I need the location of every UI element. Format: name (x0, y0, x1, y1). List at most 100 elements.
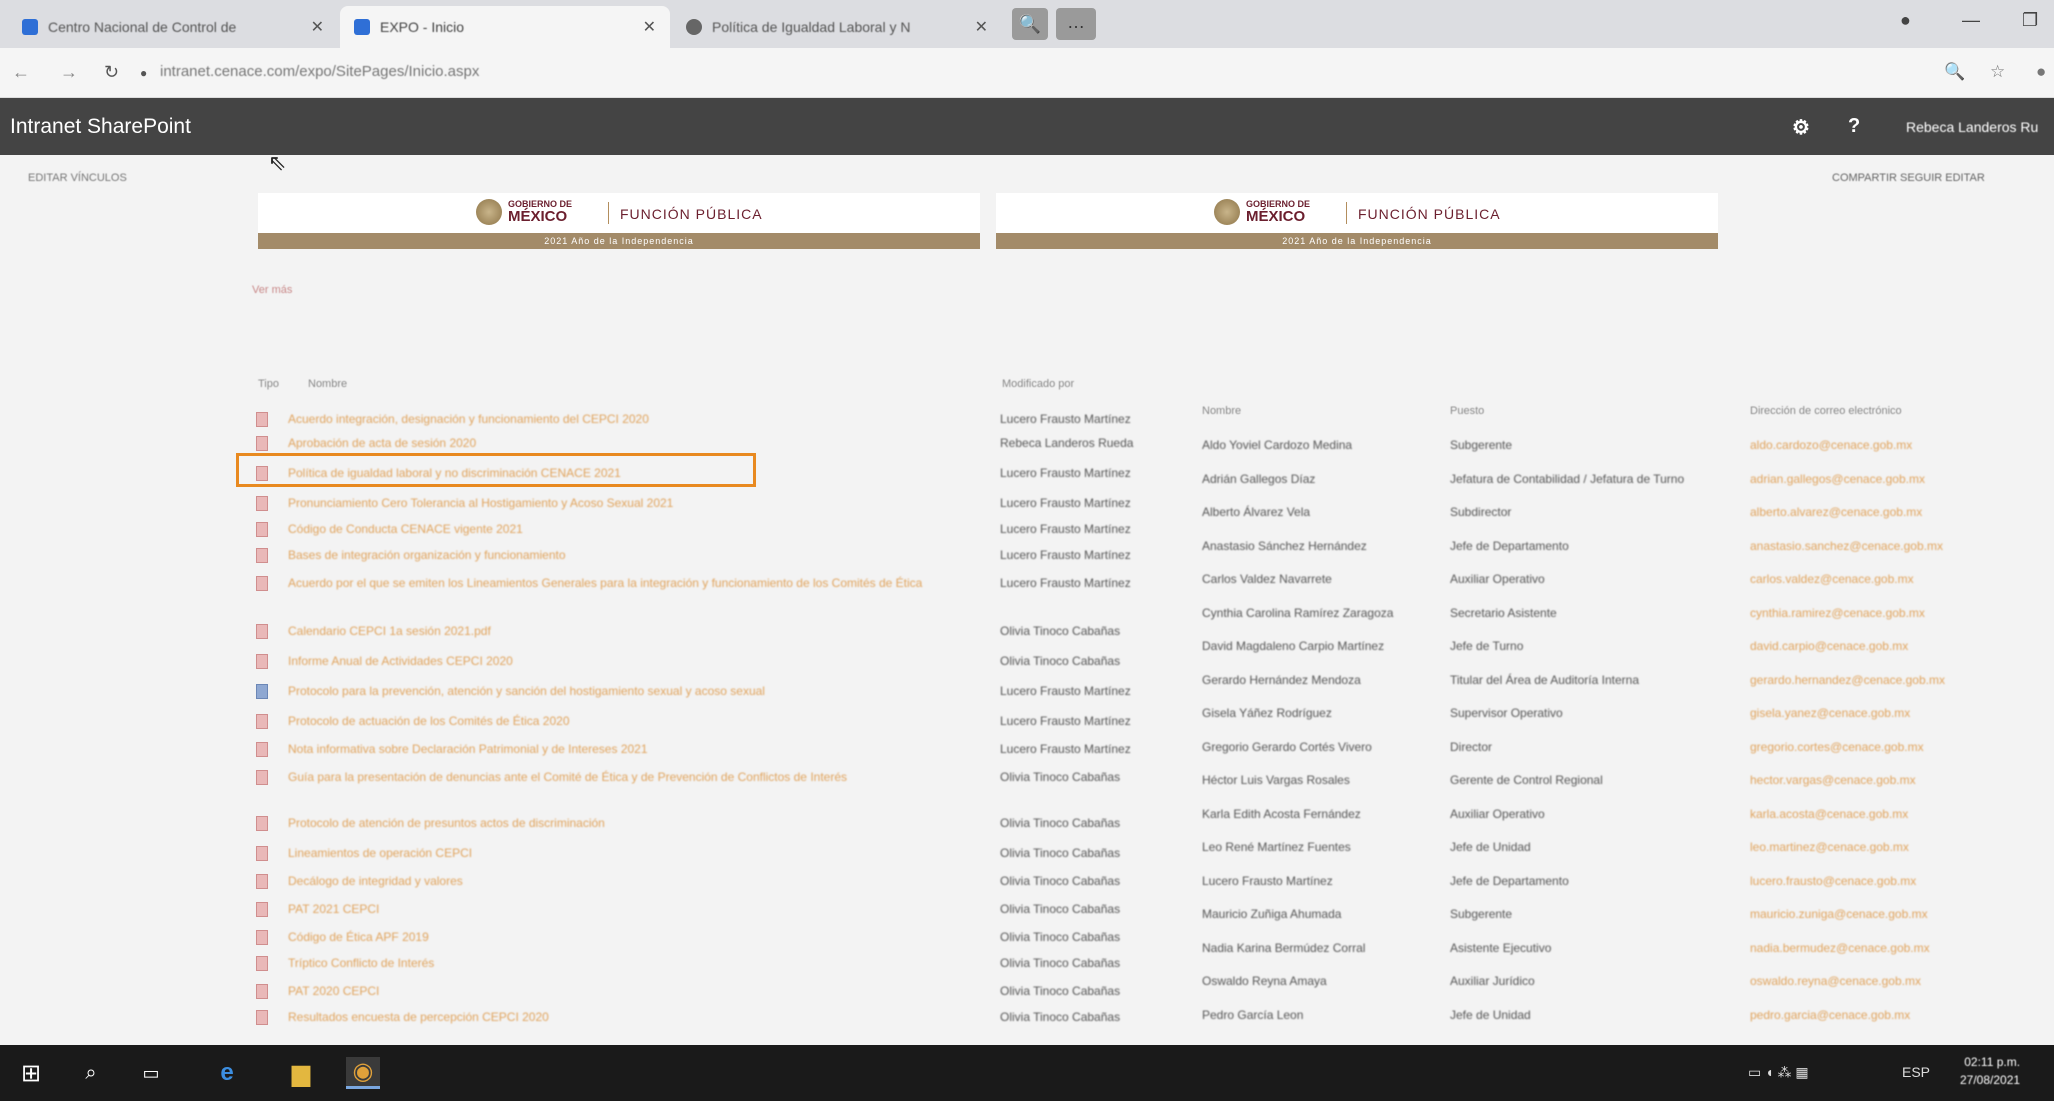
document-link[interactable]: Protocolo de atención de presuntos actos… (288, 816, 968, 831)
document-modified-by[interactable]: Lucero Frausto Martínez (1000, 522, 1131, 536)
bookmark-star-icon[interactable]: ☆ (1990, 62, 2005, 82)
settings-gear-icon[interactable]: ⚙ (1792, 115, 1810, 140)
forward-icon[interactable]: → (60, 62, 78, 83)
close-tab-icon[interactable]: ✕ (975, 17, 988, 37)
directory-email[interactable]: anastasio.sanchez@cenace.gob.mx (1750, 539, 1943, 553)
document-modified-by[interactable]: Olivia Tinoco Cabañas (1000, 654, 1120, 668)
browser-tab-1[interactable]: Centro Nacional de Control de ✕ (8, 6, 338, 48)
browser-tab-2[interactable]: EXPO - Inicio ✕ (340, 6, 670, 48)
page-command-links[interactable]: EDITAR VÍNCULOS (28, 172, 127, 184)
document-link[interactable]: PAT 2020 CEPCI (288, 984, 968, 999)
directory-email[interactable]: mauricio.zuniga@cenace.gob.mx (1750, 907, 1928, 921)
document-link[interactable]: Guía para la presentación de denuncias a… (288, 770, 968, 785)
restore-icon[interactable]: ❐ (2022, 10, 2038, 31)
directory-email[interactable]: cynthia.ramirez@cenace.gob.mx (1750, 606, 1925, 620)
user-name[interactable]: Rebeca Landeros Ru (1906, 119, 2038, 135)
directory-col-position[interactable]: Puesto (1450, 405, 1484, 417)
windows-start-icon[interactable]: ⊞ (14, 1057, 48, 1089)
documents-col-name[interactable]: Nombre (308, 378, 347, 390)
document-link[interactable]: Informe Anual de Actividades CEPCI 2020 (288, 654, 968, 669)
directory-email[interactable]: nadia.bermudez@cenace.gob.mx (1750, 941, 1930, 955)
document-modified-by[interactable]: Olivia Tinoco Cabañas (1000, 930, 1120, 944)
internet-explorer-icon[interactable]: e (210, 1057, 244, 1089)
page-actions[interactable]: COMPARTIR SEGUIR EDITAR (1832, 172, 1985, 184)
directory-email[interactable]: gisela.yanez@cenace.gob.mx (1750, 706, 1910, 720)
document-link[interactable]: PAT 2021 CEPCI (288, 902, 968, 917)
document-modified-by[interactable]: Lucero Frausto Martínez (1000, 412, 1131, 426)
document-link[interactable]: Bases de integración organización y func… (288, 548, 968, 563)
file-explorer-icon[interactable]: ▆ (284, 1057, 318, 1089)
directory-email[interactable]: adrian.gallegos@cenace.gob.mx (1750, 472, 1925, 486)
minimize-icon[interactable]: — (1962, 10, 1980, 31)
document-link[interactable]: Protocolo de actuación de los Comités de… (288, 714, 968, 729)
document-link[interactable]: Decálogo de integridad y valores (288, 874, 968, 889)
close-tab-icon[interactable]: ✕ (643, 17, 656, 37)
document-link[interactable]: Lineamientos de operación CEPCI (288, 846, 968, 861)
document-modified-by[interactable]: Olivia Tinoco Cabañas (1000, 956, 1120, 970)
documents-col-type[interactable]: Tipo (258, 378, 279, 390)
document-link[interactable]: Pronunciamiento Cero Tolerancia al Hosti… (288, 496, 968, 511)
document-modified-by[interactable]: Lucero Frausto Martínez (1000, 684, 1131, 698)
search-icon[interactable]: ⌕ (74, 1057, 108, 1089)
directory-email[interactable]: david.carpio@cenace.gob.mx (1750, 639, 1908, 653)
document-modified-by[interactable]: Lucero Frausto Martínez (1000, 742, 1131, 756)
directory-email[interactable]: leo.martinez@cenace.gob.mx (1750, 840, 1909, 854)
document-link[interactable]: Código de Conducta CENACE vigente 2021 (288, 522, 968, 537)
directory-email[interactable]: alberto.alvarez@cenace.gob.mx (1750, 505, 1922, 519)
more-tabs-icon[interactable]: … (1056, 8, 1096, 40)
directory-email[interactable]: karla.acosta@cenace.gob.mx (1750, 807, 1908, 821)
search-tabs-icon[interactable]: 🔍 (1012, 8, 1048, 40)
document-modified-by[interactable]: Olivia Tinoco Cabañas (1000, 984, 1120, 998)
document-modified-by[interactable]: Olivia Tinoco Cabañas (1000, 624, 1120, 638)
document-modified-by[interactable]: Lucero Frausto Martínez (1000, 714, 1131, 728)
directory-email[interactable]: aldo.cardozo@cenace.gob.mx (1750, 438, 1912, 452)
document-modified-by[interactable]: Olivia Tinoco Cabañas (1000, 846, 1120, 860)
document-link[interactable]: Código de Ética APF 2019 (288, 930, 968, 945)
clock[interactable]: 02:11 p.m. 27/08/2021 (1960, 1053, 2020, 1089)
language-indicator[interactable]: ESP (1902, 1064, 1930, 1080)
directory-email[interactable]: lucero.frausto@cenace.gob.mx (1750, 874, 1916, 888)
document-modified-by[interactable]: Olivia Tinoco Cabañas (1000, 816, 1120, 830)
directory-email[interactable]: carlos.valdez@cenace.gob.mx (1750, 572, 1914, 586)
document-link[interactable]: Protocolo para la prevención, atención y… (288, 684, 968, 699)
directory-email[interactable]: pedro.garcia@cenace.gob.mx (1750, 1008, 1910, 1022)
browser-tab-3[interactable]: Política de Igualdad Laboral y N ✕ (672, 6, 1002, 48)
document-modified-by[interactable]: Olivia Tinoco Cabañas (1000, 874, 1120, 888)
document-modified-by[interactable]: Lucero Frausto Martínez (1000, 466, 1131, 480)
close-tab-icon[interactable]: ✕ (311, 17, 324, 37)
directory-email[interactable]: oswaldo.reyna@cenace.gob.mx (1750, 974, 1921, 988)
profile-icon[interactable]: ● (1900, 10, 1911, 31)
document-modified-by[interactable]: Rebeca Landeros Rueda (1000, 436, 1133, 450)
directory-email[interactable]: gregorio.cortes@cenace.gob.mx (1750, 740, 1924, 754)
document-modified-by[interactable]: Lucero Frausto Martínez (1000, 576, 1131, 590)
directory-col-name[interactable]: Nombre (1202, 405, 1241, 417)
document-modified-by[interactable]: Olivia Tinoco Cabañas (1000, 1010, 1120, 1024)
system-tray-icons[interactable]: ▭ ◖ ⁂ ▦ (1748, 1064, 1809, 1081)
profile-avatar-icon[interactable]: ● (2036, 62, 2046, 82)
document-link[interactable]: Nota informativa sobre Declaración Patri… (288, 742, 968, 757)
chrome-icon[interactable]: ◉ (346, 1057, 380, 1089)
document-link[interactable]: Acuerdo por el que se emiten los Lineami… (288, 576, 968, 591)
directory-email[interactable]: hector.vargas@cenace.gob.mx (1750, 773, 1916, 787)
document-modified-by[interactable]: Olivia Tinoco Cabañas (1000, 770, 1120, 784)
url-field[interactable]: intranet.cenace.com/expo/SitePages/Inici… (160, 63, 479, 80)
zoom-icon[interactable]: 🔍 (1944, 62, 1965, 82)
document-link[interactable]: Calendario CEPCI 1a sesión 2021.pdf (288, 624, 968, 639)
document-modified-by[interactable]: Olivia Tinoco Cabañas (1000, 902, 1120, 916)
back-icon[interactable]: ← (12, 62, 30, 83)
directory-col-email[interactable]: Dirección de correo electrónico (1750, 405, 1902, 417)
document-link[interactable]: Resultados encuesta de percepción CEPCI … (288, 1010, 968, 1025)
document-link[interactable]: Acuerdo integración, designación y funci… (288, 412, 968, 427)
document-link[interactable]: Aprobación de acta de sesión 2020 (288, 436, 968, 451)
directory-email[interactable]: gerardo.hernandez@cenace.gob.mx (1750, 673, 1945, 687)
site-brand[interactable]: Intranet SharePoint (10, 115, 191, 139)
task-view-icon[interactable]: ▭ (134, 1057, 168, 1089)
document-modified-by[interactable]: Lucero Frausto Martínez (1000, 496, 1131, 510)
site-info-icon[interactable]: ● (140, 66, 147, 80)
document-link[interactable]: Tríptico Conflicto de Interés (288, 956, 968, 971)
documents-col-modified-by[interactable]: Modificado por (1002, 378, 1074, 390)
help-icon[interactable]: ? (1848, 115, 1860, 138)
reload-icon[interactable]: ↻ (104, 62, 119, 83)
document-modified-by[interactable]: Lucero Frausto Martínez (1000, 548, 1131, 562)
see-more-link[interactable]: Ver más (252, 284, 292, 296)
